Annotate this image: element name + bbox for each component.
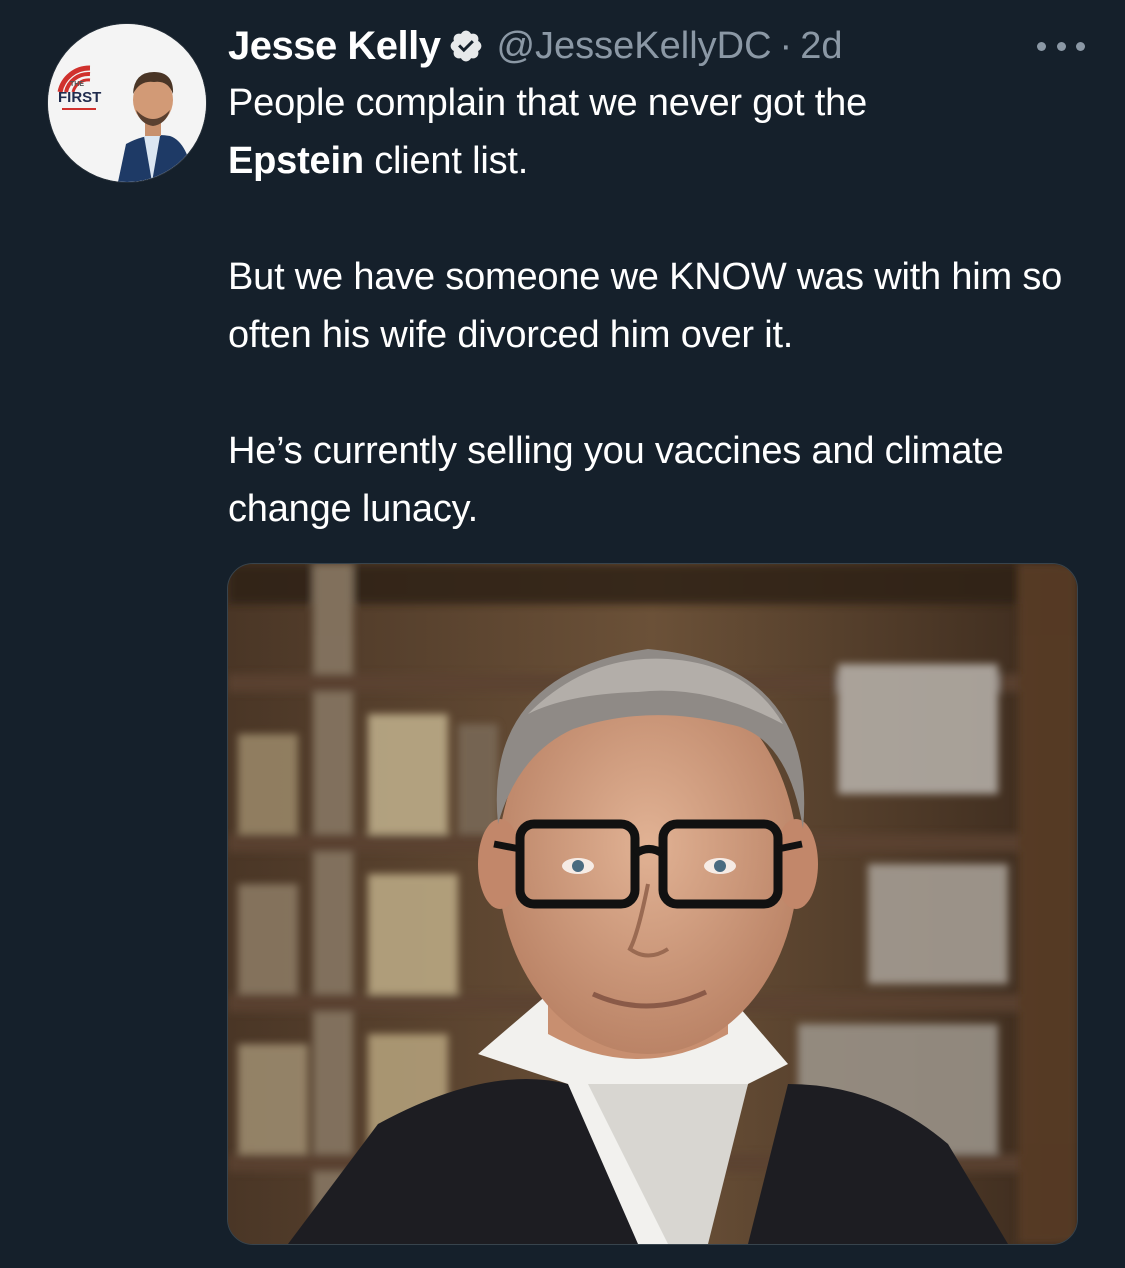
avatar-image: THE FIRST [48, 24, 206, 182]
tweet-paragraph-1: People complain that we never got the Eps… [228, 74, 1098, 190]
avatar-badge-main: FIRST [58, 89, 101, 106]
tweet-media-photo[interactable] [227, 563, 1078, 1245]
photo-portrait [228, 564, 1077, 1244]
tweet-timestamp[interactable]: 2d [800, 25, 842, 68]
header-separator: · [779, 24, 793, 67]
tweet-paragraph-2: But we have someone we KNOW was with him… [228, 256, 1063, 356]
more-dot [1037, 41, 1046, 51]
tweet-header: Jesse Kelly @JesseKellyDC · 2d [228, 18, 842, 74]
author-avatar[interactable]: THE FIRST [48, 24, 206, 182]
author-display-name[interactable]: Jesse Kelly [228, 24, 441, 69]
tweet-text-part: client list. [363, 140, 529, 182]
tweet-text-part: People complain that we never got the [228, 82, 868, 124]
more-dot [1056, 41, 1066, 51]
avatar-badge-small: THE [70, 81, 84, 88]
tweet: THE FIRST Jesse Kelly @JesseKellyDC · 2d [0, 0, 1125, 1268]
tweet-paragraph-3: He’s currently selling you vaccines and … [228, 430, 1004, 530]
tweet-text: People complain that we never got the Eps… [228, 74, 1098, 538]
tweet-text-bold: Epstein [228, 140, 364, 182]
more-dot [1076, 41, 1085, 51]
verified-badge-icon [448, 28, 484, 64]
author-handle[interactable]: @JesseKellyDC [496, 25, 771, 68]
more-options-icon[interactable] [1037, 26, 1085, 66]
